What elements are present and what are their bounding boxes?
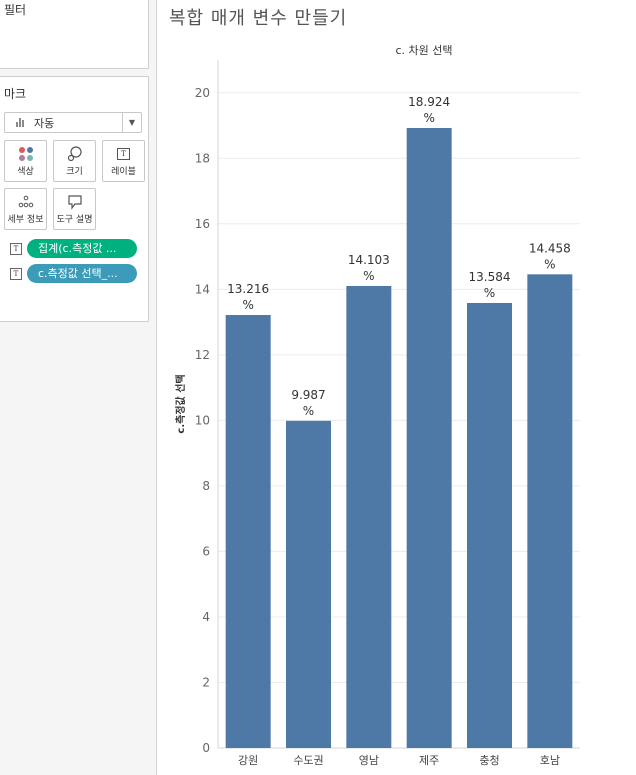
bar-chart: c. 차원 선택 c.측정값 선택 0 2 4 6 8 10 12 14 16 18 20 강원 13.… [174, 44, 580, 767]
x-tick-label: 강원 [238, 754, 258, 767]
detail-button[interactable]: 세부 정보 [4, 188, 47, 230]
x-tick-label: 수도권 [293, 754, 323, 767]
y-tick-label: 6 [202, 544, 210, 558]
detail-button-label: 세부 정보 [7, 215, 44, 225]
text-label-icon: T [117, 148, 130, 160]
bar[interactable] [346, 285, 392, 748]
color-dots-icon [18, 147, 33, 161]
data-label: 13.584 [469, 270, 511, 284]
aggregate-measure-pill[interactable]: 집계(c.측정값 ... [27, 239, 137, 258]
x-tick-label: 충청 [479, 754, 499, 767]
detail-dots-icon [18, 195, 33, 208]
chevron-down-icon[interactable]: ▼ [122, 113, 141, 132]
y-tick-label: 4 [202, 610, 210, 624]
color-button-label: 색상 [17, 167, 34, 177]
bar-chart-icon [16, 118, 27, 127]
data-label-unit: % [544, 257, 555, 271]
data-label: 18.924 [408, 95, 450, 109]
measure-select-pill[interactable]: c.측정값 선택_... [27, 264, 137, 283]
text-label-icon: T [10, 243, 22, 255]
y-tick-label: 20 [195, 86, 210, 100]
label-button-label: 레이블 [111, 167, 136, 177]
y-axis-label: c.측정값 선택 [174, 374, 187, 433]
x-tick-label: 호남 [540, 754, 560, 767]
data-label: 14.103 [348, 253, 390, 267]
tooltip-icon [67, 195, 82, 210]
tooltip-button[interactable]: 도구 설명 [53, 188, 96, 230]
x-tick-label: 제주 [419, 754, 439, 767]
mark-type-label: 자동 [34, 116, 55, 130]
data-label-unit: % [242, 298, 253, 312]
y-tick-label: 12 [195, 348, 210, 362]
y-tick-label: 10 [195, 413, 210, 427]
y-tick-label: 18 [195, 151, 210, 165]
x-tick-label: 영남 [359, 754, 379, 767]
left-panel: 필터 마크 자동 ▼ 색상 크기 T 레이블 세부 정보 도구 설명 T 집계(… [0, 0, 157, 775]
data-label: 13.216 [227, 282, 269, 296]
bar[interactable] [225, 315, 271, 748]
sheet-title: 복합 매개 변수 만들기 [169, 8, 348, 29]
data-label-unit: % [303, 404, 314, 418]
marks-card: 마크 자동 ▼ 색상 크기 T 레이블 세부 정보 도구 설명 T 집계(c.측… [0, 76, 149, 322]
chart-title: c. 차원 선택 [395, 44, 452, 57]
data-label-unit: % [423, 111, 434, 125]
size-button-label: 크기 [66, 167, 83, 177]
color-button[interactable]: 색상 [4, 140, 47, 182]
size-icon [67, 146, 82, 162]
data-label-unit: % [484, 286, 495, 300]
size-button[interactable]: 크기 [53, 140, 96, 182]
data-label-unit: % [363, 269, 374, 283]
label-button[interactable]: T 레이블 [102, 140, 145, 182]
tooltip-button-label: 도구 설명 [56, 215, 93, 225]
bar[interactable] [467, 302, 512, 748]
data-label: 14.458 [529, 241, 571, 255]
text-label-icon: T [10, 268, 22, 280]
mark-type-dropdown[interactable]: 자동 ▼ [4, 112, 142, 133]
y-tick-label: 0 [202, 741, 210, 755]
marks-title: 마크 [4, 87, 27, 101]
y-tick-label: 2 [202, 675, 210, 689]
y-tick-label: 14 [195, 282, 210, 296]
bar[interactable] [286, 420, 331, 748]
data-label: 9.987 [291, 388, 325, 402]
filters-card: 필터 [0, 0, 149, 69]
y-tick-label: 16 [195, 217, 210, 231]
y-tick-label: 8 [202, 479, 210, 493]
pill-row-measure: T c.측정값 선택_... [10, 264, 137, 284]
bar[interactable] [406, 128, 452, 748]
filters-title: 필터 [4, 3, 27, 17]
pill-row-aggregate: T 집계(c.측정값 ... [10, 239, 137, 259]
bar[interactable] [527, 274, 573, 748]
